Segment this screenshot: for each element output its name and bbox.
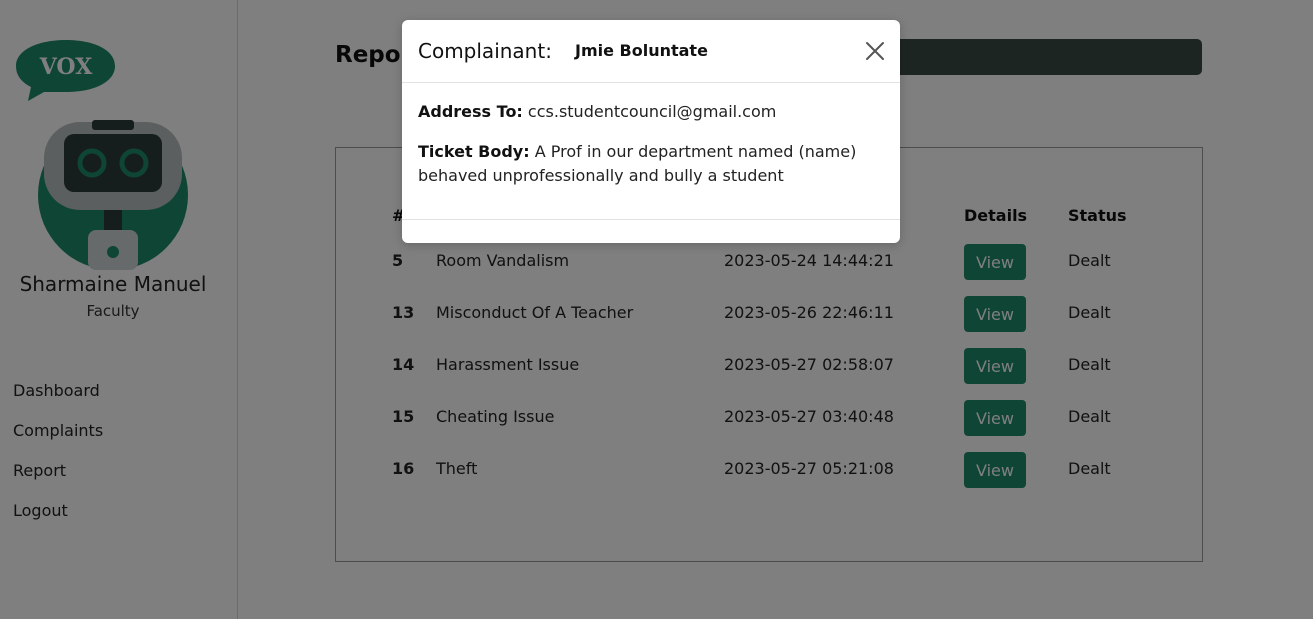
modal-header: Complainant: Jmie Boluntate — [402, 20, 900, 83]
address-line: Address To: ccs.studentcouncil@gmail.com — [418, 100, 878, 124]
modal-footer — [402, 219, 900, 220]
complainant-name: Jmie Boluntate — [575, 41, 708, 60]
close-button[interactable] — [864, 40, 886, 62]
address-value: ccs.studentcouncil@gmail.com — [527, 102, 777, 121]
close-icon — [866, 42, 884, 60]
complaint-detail-modal: Complainant: Jmie Boluntate Address To: … — [402, 20, 900, 243]
address-label: Address To: — [418, 102, 523, 121]
ticket-body-line: Ticket Body: A Prof in our department na… — [418, 140, 878, 188]
ticket-body-label: Ticket Body: — [418, 142, 530, 161]
modal-title-label: Complainant: — [418, 39, 552, 63]
modal-body: Address To: ccs.studentcouncil@gmail.com… — [418, 100, 878, 204]
